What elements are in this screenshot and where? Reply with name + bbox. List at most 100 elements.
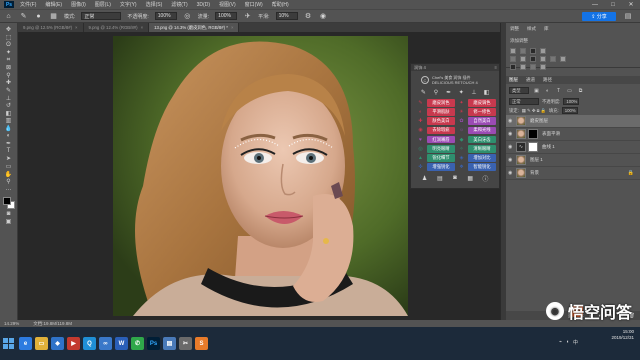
airbrush-icon[interactable]: ✈ [243,12,252,21]
more-tools-icon[interactable]: … [3,185,15,193]
ime-icon[interactable]: 中 [573,339,578,346]
layer-row[interactable]: ◉ 表面平滑 [506,128,640,141]
settings-gear-icon[interactable]: ⚙ [304,12,313,21]
screenshot-app-icon[interactable]: ✂ [179,337,192,350]
opacity-field[interactable]: 100% [154,12,177,20]
minimize-button[interactable]: — [586,0,604,9]
marquee-tool-icon[interactable]: ⬚ [3,34,15,42]
menu-type[interactable]: 文字(Y) [120,1,137,8]
retouch-action-button[interactable]: 磨皮润色 [427,99,455,107]
zoom-level[interactable]: 14.29% [4,321,19,326]
qq-browser-icon[interactable]: Q [83,337,96,350]
shape-filter-icon[interactable]: ▭ [566,87,573,94]
layer-kind-select[interactable]: 类型 [509,87,529,94]
dropper-icon[interactable]: ⚲ [432,89,439,96]
retouch-action-button[interactable]: 去除瑕疵 [427,126,455,135]
retouch-action-button[interactable]: 磨皮调色 [468,99,496,107]
eyedropper-tool-icon[interactable]: ⚲ [3,72,15,80]
menu-3d[interactable]: 3D(D) [197,2,210,8]
frame-tool-icon[interactable]: ⊠ [3,64,15,72]
photo-filter-icon[interactable] [550,56,556,62]
path-select-tool-icon[interactable]: ➤ [3,155,15,163]
gradient-tool-icon[interactable]: ▥ [3,117,15,125]
retouch-action-button[interactable]: 增加对比 [468,154,496,162]
retouch-action-button[interactable]: 增强锐化 [427,163,455,171]
eye-icon[interactable]: ◉ [508,131,514,137]
retouch-action-button[interactable]: 清晰眼睛 [468,144,496,153]
person-icon[interactable]: ♟ [421,175,428,182]
pressure-size-icon[interactable]: ◉ [319,12,328,21]
retouch-panel-header[interactable]: 润饰 4 ≡ [411,64,499,71]
layers-icon[interactable]: ▤ [436,175,443,182]
lasso-tool-icon[interactable]: ʘ [3,41,15,49]
pen-tool-icon[interactable]: ✒ [3,140,15,148]
baidu-icon[interactable]: ∞ [99,337,112,350]
close-button[interactable]: ✕ [622,0,640,9]
retouch-action-button[interactable]: 明亮眼睛 [427,144,455,153]
wechat-icon[interactable]: ✆ [131,337,144,350]
tab-styles[interactable]: 样式 [527,26,536,32]
menu-layer[interactable]: 图层(L) [95,1,111,8]
screen-mode-icon[interactable]: ▣ [3,218,15,226]
wps-icon[interactable]: W [115,337,128,350]
layer-row[interactable]: ◉ 背景 🔒 [506,167,640,180]
menu-window[interactable]: 窗口(W) [245,1,263,8]
document-tab[interactable]: 9.png @ 12.4% (RGB/8#) × [84,23,150,32]
flatten-icon[interactable]: ▦ [467,175,474,182]
lock-icons[interactable]: ▦ ✎ ✥ ⧈ 🔒 [522,108,546,114]
retouch-action-button[interactable]: 锐化细节 [427,154,455,162]
tab-channels[interactable]: 通道 [526,77,535,83]
menu-edit[interactable]: 编辑(E) [45,1,62,8]
levels-icon[interactable] [520,48,526,54]
eye-icon[interactable]: ◉ [508,157,514,163]
document-tab-active[interactable]: 13.png @ 14.3% (磨皮润色, RGB/8#) * × [149,23,240,32]
rectangle-tool-icon[interactable]: ▭ [3,163,15,171]
gradient-map-icon[interactable] [540,64,546,70]
mode-select[interactable]: 正常 [81,12,122,20]
store-icon[interactable]: ◆ [51,337,64,350]
brush-tool-icon[interactable]: ✎ [19,12,28,21]
retouch-action-button[interactable]: 美白牙齿 [468,135,496,144]
dodge-tool-icon[interactable]: ◐ [3,132,15,140]
eraser-icon[interactable]: ◧ [483,89,490,96]
healing-brush-tool-icon[interactable]: ✚ [3,79,15,87]
windows-start-icon[interactable] [2,337,16,351]
blend-mode-select[interactable]: 正常 [509,98,539,105]
eye-icon[interactable]: ◉ [508,170,514,176]
smart-filter-icon[interactable]: ⧉ [577,87,584,94]
fill-field[interactable]: 100% [561,107,578,114]
menu-help[interactable]: 帮助(H) [272,1,289,8]
eye-icon[interactable]: ◉ [508,118,514,124]
document-tab[interactable]: 9.png @ 12.5% (RGB/8#) × [18,23,84,32]
black-white-icon[interactable] [540,56,546,62]
folder-icon[interactable]: ▤ [163,337,176,350]
foreground-color-swatch[interactable] [2,197,11,206]
quick-select-tool-icon[interactable]: ✦ [3,49,15,57]
menu-view[interactable]: 视图(V) [219,1,236,8]
pen-icon[interactable]: ✒ [445,89,452,96]
smooth-field[interactable]: 10% [275,12,298,20]
layer-row[interactable]: ◉ 磨皮图层 [506,115,640,128]
posterize-icon[interactable] [520,64,526,70]
file-explorer-icon[interactable]: ▭ [35,337,48,350]
type-filter-icon[interactable]: T [555,87,562,94]
brightness-icon[interactable] [510,48,516,54]
retouch-action-button[interactable]: 智能锐化 [468,163,496,171]
media-player-icon[interactable]: ▶ [67,337,80,350]
menu-image[interactable]: 图像(I) [71,1,86,8]
crop-tool-icon[interactable]: ⌗ [3,56,15,64]
mask-icon[interactable]: ◙ [451,175,458,182]
share-button[interactable]: ⇪ 分享 [582,12,616,21]
move-tool-icon[interactable]: ✥ [3,26,15,34]
menu-select[interactable]: 选择(S) [146,1,163,8]
photoshop-taskbar-icon[interactable]: Ps [147,337,160,350]
stamp-icon[interactable]: ⊥ [470,89,477,96]
brush-panel-icon[interactable]: ▦ [49,12,58,21]
hue-icon[interactable] [520,56,526,62]
retouch-action-button[interactable]: 自然美白 [468,117,496,125]
brush-icon[interactable]: ✎ [420,89,427,96]
layer-row[interactable]: ◉ ∿ 曲线 1 [506,141,640,154]
tab-library[interactable]: 库 [544,26,549,32]
close-icon[interactable]: × [141,25,144,30]
color-balance-icon[interactable] [530,56,536,62]
